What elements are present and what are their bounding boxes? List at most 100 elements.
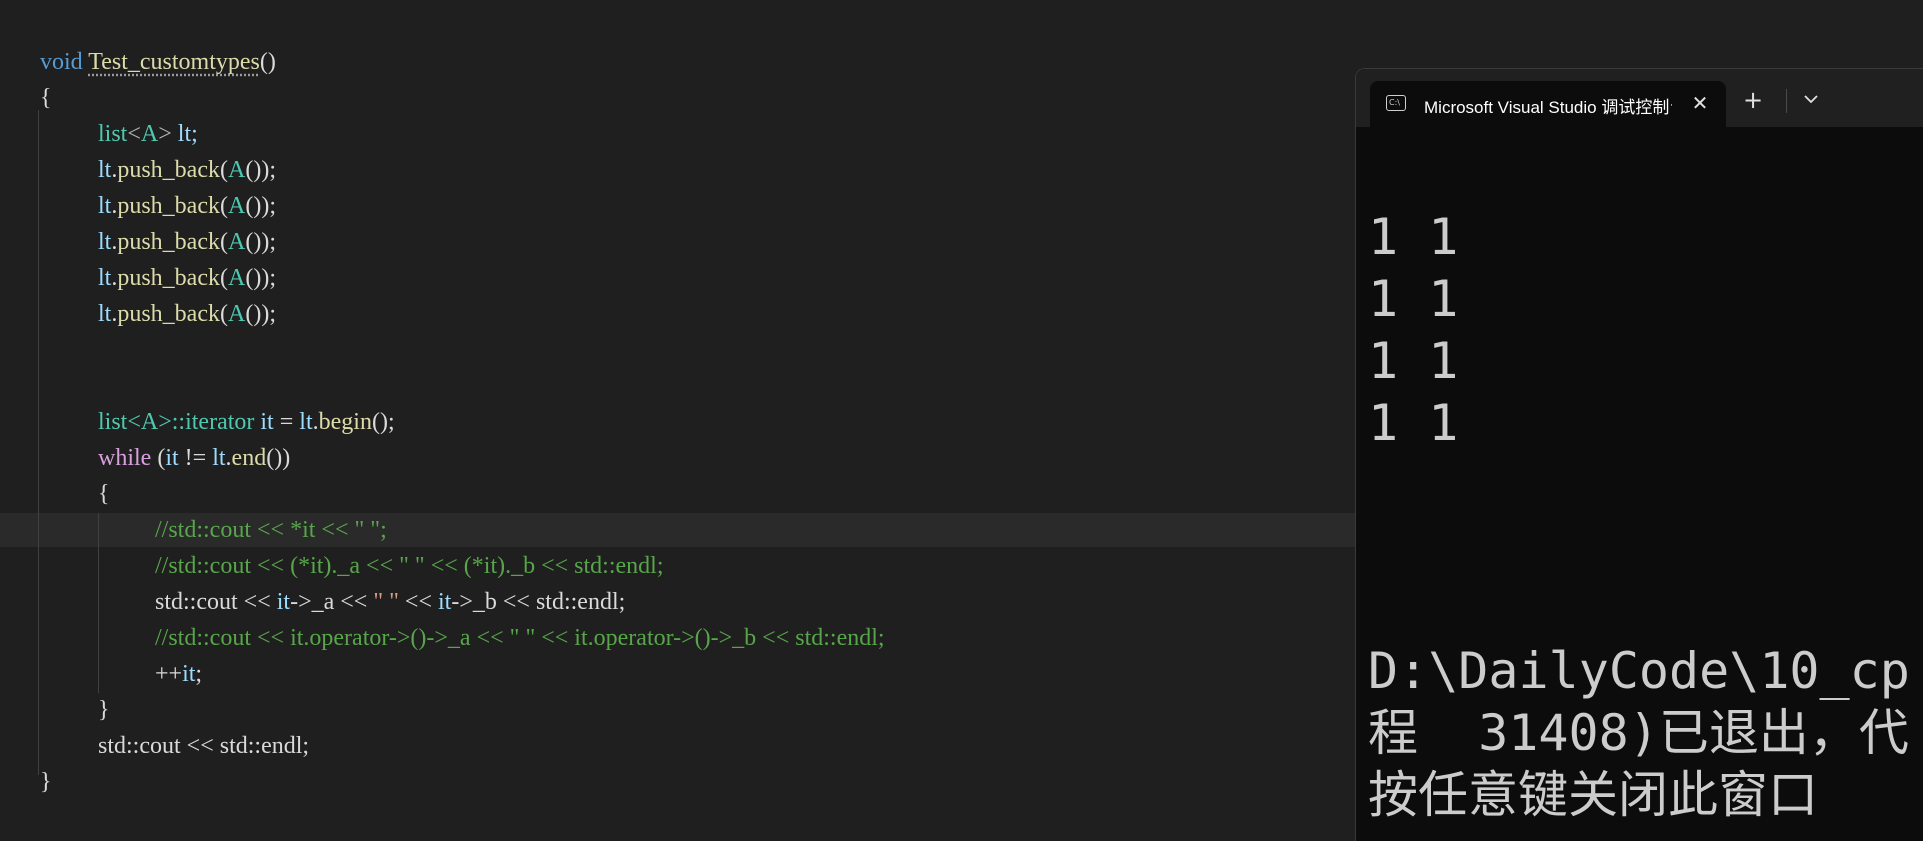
code-line: //std::cout << (*it)._a << " " << (*it).… (155, 548, 664, 584)
code-token: ()); (245, 157, 276, 183)
debug-console-window[interactable]: C:\ Microsoft Visual Studio 调试控制台 ✕ + 1 … (1355, 68, 1923, 841)
code-line: } (98, 692, 110, 728)
code-token: it (276, 589, 291, 615)
code-line: ++it; (155, 656, 202, 692)
code-token: ( (151, 445, 166, 471)
code-token: } (98, 697, 110, 723)
code-token: A (228, 229, 246, 255)
console-line: D:\DailyCode\10_cp (1368, 642, 1910, 700)
code-token: < (127, 121, 141, 147)
code-token: while (98, 445, 152, 471)
code-token: A (228, 193, 246, 219)
console-line: 1 1 (1368, 270, 1459, 328)
code-token: it (254, 409, 280, 435)
code-token: push_back (117, 229, 220, 255)
code-token: it (182, 661, 196, 687)
code-line: lt.push_back(A()); (98, 224, 276, 260)
code-line: lt.push_back(A()); (98, 188, 276, 224)
code-token: } (40, 769, 52, 795)
code-line: { (98, 476, 110, 512)
code-line: while (it != lt.end()) (98, 440, 290, 476)
code-token: end (231, 445, 267, 471)
code-token: lt (98, 193, 112, 219)
code-token: std::cout << (155, 589, 277, 615)
code-comment: //std::cout << (*it)._a << " " << (*it).… (155, 553, 664, 579)
keyword: void (40, 49, 83, 75)
code-comment: //std::cout << *it << " "; (155, 517, 387, 543)
code-token: ->_b << std::endl; (451, 589, 626, 615)
code-line: lt.push_back(A()); (98, 296, 276, 332)
code-line: void Test_customtypes() (40, 44, 276, 80)
code-token: << (398, 589, 438, 615)
code-token: push_back (117, 157, 220, 183)
code-token: push_back (117, 193, 220, 219)
code-line: { (40, 80, 52, 116)
code-token: iterator (185, 409, 255, 435)
code-token: { (40, 85, 52, 111)
code-token: lt (299, 409, 313, 435)
code-token: ( (220, 301, 228, 327)
code-token: > (158, 121, 172, 147)
code-token: " " (373, 589, 399, 615)
code-token: () (259, 49, 276, 75)
code-token: std::cout << std::endl; (98, 733, 310, 759)
code-token: it (165, 445, 179, 471)
code-token: ()) (266, 445, 291, 471)
tab-title: Microsoft Visual Studio 调试控制台 (1424, 98, 1672, 117)
code-token: ; (195, 661, 203, 687)
indent-guide (38, 110, 39, 775)
code-token: = (279, 409, 300, 435)
code-line: lt.push_back(A()); (98, 260, 276, 296)
code-line: std::cout << std::endl; (98, 728, 309, 764)
code-token: begin (318, 409, 372, 435)
console-output: 1 1 1 1 1 1 1 1 D:\DailyCode\10_cp 程 314… (1356, 127, 1923, 841)
code-token: lt (98, 301, 112, 327)
code-token: push_back (117, 301, 220, 327)
code-token: A (228, 265, 246, 291)
code-token: (); (371, 409, 395, 435)
code-token: lt (212, 445, 226, 471)
code-token: ( (220, 157, 228, 183)
code-token: A (228, 157, 246, 183)
chevron-down-icon[interactable] (1796, 85, 1826, 115)
console-line: 按任意键关闭此窗口 (1368, 766, 1818, 824)
code-line: list<A> lt; (98, 116, 198, 152)
code-token: { (98, 481, 110, 507)
code-token: lt (98, 157, 112, 183)
code-token: ( (220, 229, 228, 255)
code-line: } (40, 764, 52, 800)
code-token: ->_a << (290, 589, 374, 615)
code-line: //std::cout << *it << " "; (155, 512, 387, 548)
console-tab-bar: C:\ Microsoft Visual Studio 调试控制台 ✕ + (1356, 69, 1923, 127)
code-token: list (98, 121, 128, 147)
code-token: ()); (245, 229, 276, 255)
code-token: list (98, 409, 128, 435)
code-token: push_back (117, 265, 220, 291)
code-line: //std::cout << it.operator->()->_a << " … (155, 620, 885, 656)
code-token: lt (98, 229, 112, 255)
code-token: A (140, 121, 159, 147)
code-line: list<A>::iterator it = lt.begin(); (98, 404, 395, 440)
terminal-icon: C:\ (1386, 95, 1406, 111)
code-token: ()); (245, 193, 276, 219)
code-token: A (228, 301, 246, 327)
function-name: Test_customtypes (88, 49, 260, 75)
code-token: it (438, 589, 452, 615)
close-icon[interactable]: ✕ (1686, 89, 1714, 117)
code-token: ( (220, 193, 228, 219)
code-token: != (178, 445, 213, 471)
code-line: std::cout << it->_a << " " << it->_b << … (155, 584, 625, 620)
code-comment: //std::cout << it.operator->()->_a << " … (155, 625, 885, 651)
new-tab-button[interactable]: + (1738, 85, 1768, 115)
console-line: 1 1 (1368, 332, 1459, 390)
code-token: lt (98, 265, 112, 291)
code-token: ++ (155, 661, 183, 687)
console-tab[interactable]: C:\ Microsoft Visual Studio 调试控制台 ✕ (1370, 81, 1726, 127)
code-line: lt.push_back(A()); (98, 152, 276, 188)
code-token: ( (220, 265, 228, 291)
console-line: 程 31408)已退出，代 (1368, 704, 1909, 762)
code-token: <A>:: (127, 409, 186, 435)
indent-guide (98, 513, 99, 693)
code-token: lt; (171, 121, 198, 147)
console-line: 1 1 (1368, 394, 1459, 452)
